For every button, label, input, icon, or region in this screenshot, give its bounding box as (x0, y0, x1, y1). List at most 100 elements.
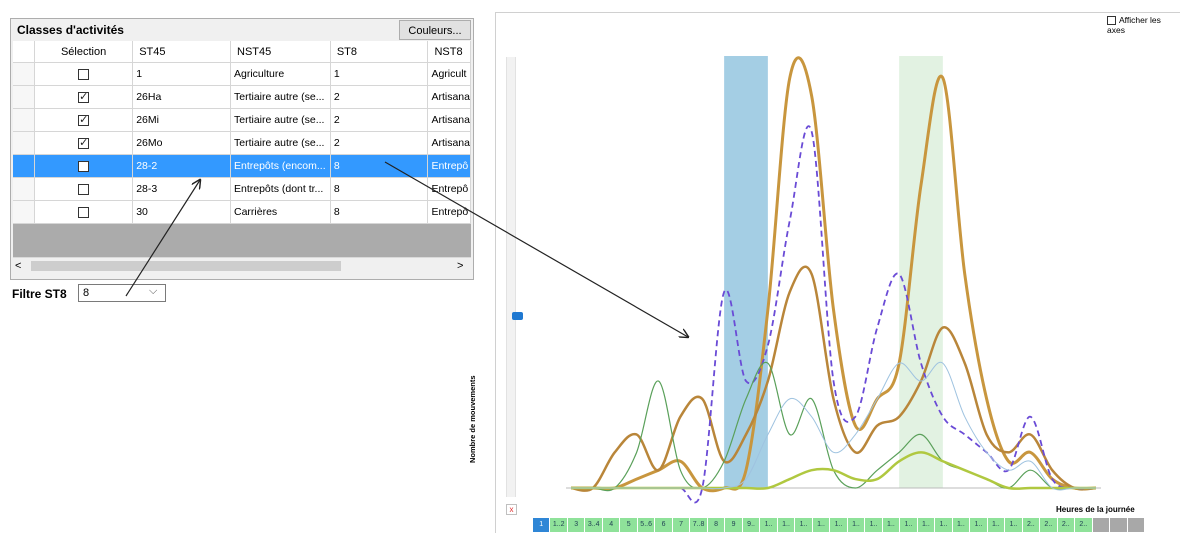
cell-nst8[interactable]: Entrepô (427, 154, 471, 178)
selection-cell[interactable] (34, 177, 134, 201)
chevron-down-icon[interactable]: ⌵ (149, 285, 157, 298)
hour-cell[interactable]: 7 (672, 518, 691, 532)
table-row[interactable]: 1 Agriculture 1 Agricult (13, 62, 471, 86)
cell-nst45[interactable]: Entrepôts (dont tr... (230, 177, 331, 201)
hour-cell[interactable]: 3 (567, 518, 586, 532)
cell-st8[interactable]: 8 (330, 177, 429, 201)
hour-cell[interactable]: 1.. (917, 518, 936, 532)
cell-nst8[interactable]: Artisana (427, 85, 471, 109)
hour-cell[interactable]: 1.. (847, 518, 866, 532)
selection-checkbox[interactable] (78, 206, 90, 218)
cell-st45[interactable]: 30 (132, 200, 231, 224)
hour-cell[interactable]: 1.. (1005, 518, 1023, 532)
hour-cell[interactable]: 2.. (1075, 518, 1093, 532)
cell-st45[interactable]: 28-3 (132, 177, 231, 201)
selection-checkbox[interactable] (78, 136, 90, 149)
hour-cell[interactable]: 6 (655, 518, 673, 532)
hour-cell[interactable]: 5 (620, 518, 638, 532)
hour-cell[interactable]: 9.. (742, 518, 761, 532)
selection-cell[interactable] (34, 131, 134, 155)
hour-cell[interactable]: 1.. (970, 518, 988, 532)
hour-cell[interactable]: 2.. (1022, 518, 1041, 532)
column-header-st45[interactable]: ST45 (132, 41, 231, 63)
cell-nst8[interactable]: Entrepô (427, 200, 471, 224)
selection-checkbox[interactable] (78, 68, 90, 80)
cell-nst45[interactable]: Carrières (230, 200, 331, 224)
selection-cell[interactable] (34, 62, 134, 86)
column-header-nst45[interactable]: NST45 (230, 41, 331, 63)
selection-checkbox[interactable] (78, 183, 90, 195)
cell-st45[interactable]: 1 (132, 62, 231, 86)
scroll-right-arrow-icon[interactable]: > (457, 260, 463, 272)
table-row[interactable]: 30 Carrières 8 Entrepô (13, 200, 471, 224)
cell-st8[interactable]: 8 (330, 154, 429, 178)
hour-cell[interactable]: 9 (725, 518, 743, 532)
table-row[interactable]: 26MiTertiaire autre (se...2Artisana (13, 108, 471, 132)
row-header[interactable] (13, 108, 35, 132)
scrollbar-thumb[interactable] (31, 261, 341, 271)
column-header-selection[interactable]: Sélection (34, 41, 134, 63)
hour-cell[interactable]: 1.. (795, 518, 813, 532)
cell-st45[interactable]: 26Mi (132, 108, 231, 132)
hour-cell[interactable] (1110, 518, 1128, 532)
cell-nst45[interactable]: Tertiaire autre (se... (230, 131, 331, 155)
selection-checkbox[interactable] (78, 160, 90, 172)
hour-cell[interactable]: 2.. (1040, 518, 1058, 532)
selection-cell[interactable] (34, 108, 134, 132)
cell-st8[interactable]: 2 (330, 108, 429, 132)
hour-cell[interactable]: 7..8 (690, 518, 708, 532)
cell-st45[interactable]: 28-2 (132, 154, 231, 178)
selection-checkbox[interactable] (78, 90, 90, 103)
filter-st8-select[interactable]: 8 ⌵ (78, 284, 166, 302)
hour-cell[interactable]: 1.. (812, 518, 831, 532)
cell-st8[interactable]: 2 (330, 85, 429, 109)
row-header[interactable] (13, 85, 35, 109)
table-row[interactable]: 26MoTertiaire autre (se...2Artisana (13, 131, 471, 155)
row-header[interactable] (13, 131, 35, 155)
row-header[interactable] (13, 177, 35, 201)
selection-cell[interactable] (34, 154, 134, 178)
hour-cell[interactable]: 1.. (760, 518, 778, 532)
hour-cell[interactable]: 1.. (777, 518, 796, 532)
hour-cell[interactable]: 3..4 (585, 518, 603, 532)
selection-checkbox[interactable] (78, 113, 90, 126)
table-row[interactable]: 26HaTertiaire autre (se...2Artisana (13, 85, 471, 109)
colors-button[interactable]: Couleurs... (399, 20, 471, 40)
row-header[interactable] (13, 62, 35, 86)
selection-cell[interactable] (34, 200, 134, 224)
hour-cell[interactable]: 1..2 (550, 518, 568, 532)
cell-nst8[interactable]: Agricult (427, 62, 471, 86)
hour-cell[interactable]: 1.. (882, 518, 901, 532)
hour-cell[interactable]: 1.. (935, 518, 953, 532)
cell-st8[interactable]: 1 (330, 62, 429, 86)
cell-nst45[interactable]: Agriculture (230, 62, 331, 86)
hour-cell[interactable]: 1.. (830, 518, 848, 532)
hour-strip[interactable]: 1 1..2 3 3..4 4 5 5..6 6 7 7..8 8 9 9.. 1.. 1.. 1.. 1.. 1… (533, 518, 1145, 532)
horizontal-scrollbar[interactable]: < > (13, 257, 471, 275)
cell-nst45[interactable]: Tertiaire autre (se... (230, 108, 331, 132)
hour-cell[interactable]: 2.. (1057, 518, 1076, 532)
cell-st45[interactable]: 26Mo (132, 131, 231, 155)
row-header[interactable] (13, 200, 35, 224)
hour-cell[interactable]: 1.. (900, 518, 918, 532)
row-header[interactable] (13, 154, 35, 178)
column-header-nst8[interactable]: NST8 (427, 41, 471, 63)
hour-cell[interactable]: 1.. (987, 518, 1006, 532)
scroll-left-arrow-icon[interactable]: < (15, 260, 21, 272)
selection-cell[interactable] (34, 85, 134, 109)
hour-cell[interactable] (1092, 518, 1111, 532)
hour-cell[interactable]: 1.. (952, 518, 971, 532)
hour-cell[interactable]: 5..6 (637, 518, 656, 532)
hour-cell[interactable]: 8 (707, 518, 726, 532)
hour-cell[interactable] (1127, 518, 1145, 532)
table-row[interactable]: 28-3 Entrepôts (dont tr... 8 Entrepô (13, 177, 471, 201)
cell-st45[interactable]: 26Ha (132, 85, 231, 109)
cell-nst8[interactable]: Artisana (427, 108, 471, 132)
column-header-st8[interactable]: ST8 (330, 41, 429, 63)
cell-nst45[interactable]: Tertiaire autre (se... (230, 85, 331, 109)
hour-cell[interactable]: 1 (533, 518, 551, 532)
table-row[interactable]: 28-2 Entrepôts (encom... 8 Entrepô (13, 154, 471, 178)
cell-st8[interactable]: 2 (330, 131, 429, 155)
cell-nst8[interactable]: Artisana (427, 131, 471, 155)
cell-nst45[interactable]: Entrepôts (encom... (230, 154, 331, 178)
